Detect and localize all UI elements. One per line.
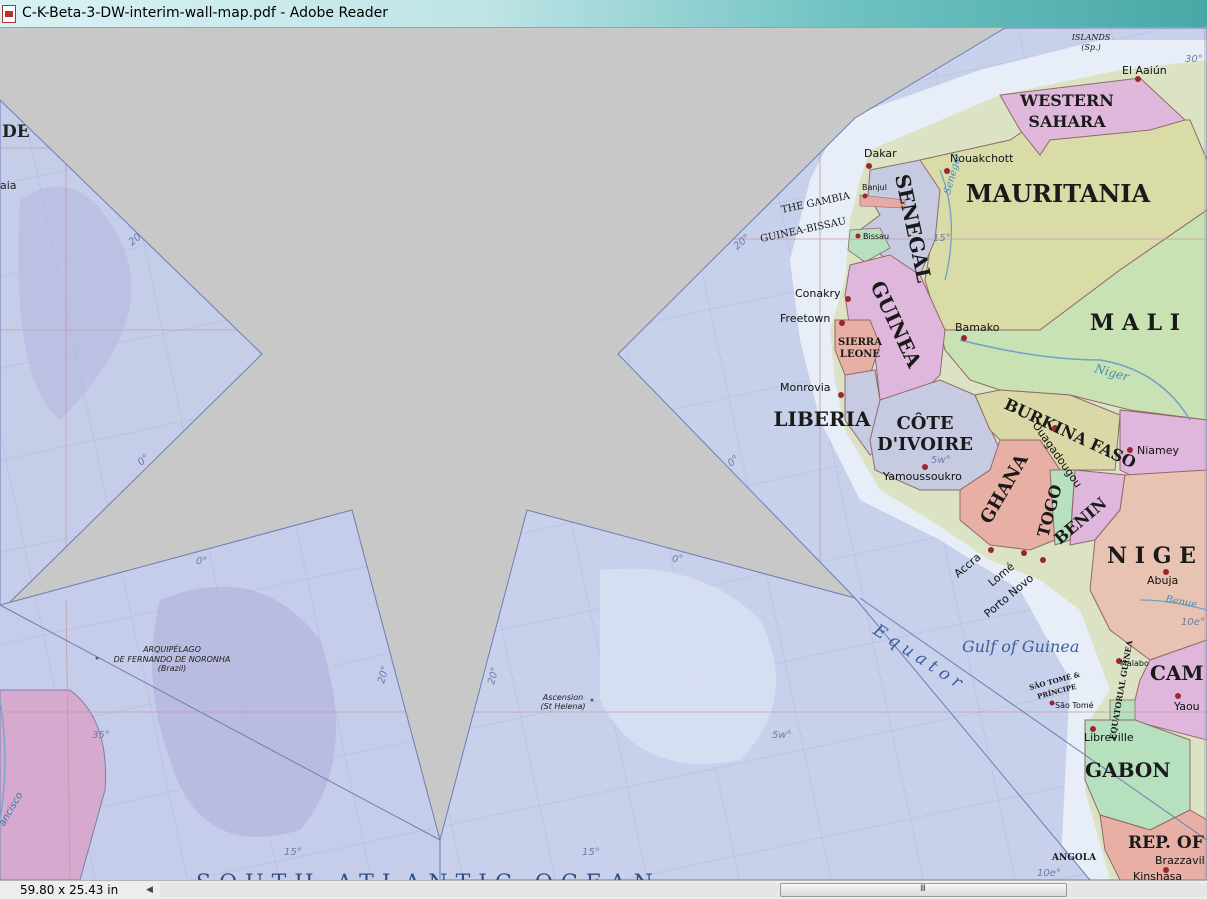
grid-label-0-bl: 0°	[196, 556, 207, 567]
scroll-left-arrow-icon[interactable]: ◀	[146, 885, 156, 895]
bottom-left-map-gore: ARQUIPÉLAGO DE FERNANDO DE NORONHA (Braz…	[0, 510, 440, 880]
grid-label-15-bm: 15°	[582, 847, 600, 858]
label-noronha-3: (Brazil)	[158, 664, 187, 673]
label-south-atlantic: SOUTH ATLANTIC OCEAN	[196, 871, 661, 880]
label-ascension-1: Ascension	[542, 693, 583, 702]
city-sao-tome: São Tomé	[1055, 700, 1094, 710]
city-niamey: Niamey	[1137, 444, 1180, 457]
pdf-file-icon	[2, 5, 16, 23]
city-monrovia: Monrovia	[780, 381, 831, 394]
window-titlebar: C-K-Beta-3-DW-interim-wall-map.pdf - Ado…	[0, 0, 1207, 28]
map-page: DE aia 20° 0° ARQUIPÉLAGO DE FERNANDO DE…	[0, 28, 1207, 880]
label-ascension-2: (St Helena)	[540, 702, 585, 711]
grid-label-15-right: 15°	[933, 233, 951, 244]
label-canary-islands: ISLANDS	[1071, 33, 1111, 42]
city-abuja: Abuja	[1147, 574, 1178, 587]
label-natal-partial: aia	[0, 179, 17, 192]
city-brazzaville: Brazzavil	[1155, 854, 1205, 867]
grid-label-10e-right: 10e°	[1181, 617, 1205, 628]
city-dakar: Dakar	[864, 147, 897, 160]
label-mali: M A L I	[1090, 310, 1180, 336]
page-size-readout: 59.80 x 25.43 in	[20, 883, 119, 897]
city-conakry: Conakry	[795, 287, 841, 300]
label-gulf-of-guinea: Gulf of Guinea	[962, 637, 1079, 656]
label-niger: N I G E	[1107, 543, 1196, 569]
label-angola: ANGOLA	[1051, 853, 1097, 863]
label-western-sahara-2: SAHARA	[1028, 112, 1106, 131]
city-malabo: Malabo	[1120, 659, 1149, 668]
label-sierra-leone-2: LEONE	[840, 349, 881, 360]
label-western-sahara-1: WESTERN	[1019, 91, 1114, 110]
label-noronha-2: DE FERNANDO DE NORONHA	[114, 655, 231, 664]
label-sierra-leone-1: SIERRA	[838, 337, 882, 348]
city-yaounde: Yaou	[1173, 700, 1200, 713]
label-mauritania: MAURITANIA	[966, 179, 1151, 208]
window-title: C-K-Beta-3-DW-interim-wall-map.pdf - Ado…	[22, 5, 389, 21]
city-libreville: Libreville	[1084, 731, 1134, 744]
grid-label-15-bl: 15°	[284, 847, 302, 858]
label-rep-congo: REP. OF	[1128, 833, 1204, 853]
city-banjul: Banjul	[862, 183, 887, 192]
label-noronha-1: ARQUIPÉLAGO	[142, 643, 201, 654]
city-el-aaiun: El Aaiún	[1122, 64, 1167, 77]
grid-label-5w-bm: 5w°	[772, 730, 792, 741]
city-bamako: Bamako	[955, 321, 1000, 334]
status-bar: 59.80 x 25.43 in ◀ III	[0, 880, 1207, 899]
city-freetown: Freetown	[780, 312, 830, 325]
city-bissau: Bissau	[863, 232, 889, 241]
grid-label-35-bl: 35°	[92, 730, 110, 741]
label-gabon: GABON	[1085, 758, 1171, 782]
grid-label-0-bm: 0°	[672, 554, 683, 565]
label-cote-divoire-1: CÔTE	[896, 411, 953, 434]
label-cameroon: CAM	[1150, 661, 1204, 685]
city-kinshasa: Kinshasa	[1133, 870, 1182, 880]
label-canary-sp: (Sp.)	[1081, 43, 1100, 52]
left-map-gore: DE aia 20° 0°	[0, 100, 262, 612]
label-cote-divoire-2: D'IVOIRE	[877, 434, 973, 455]
label-liberia: LIBERIA	[773, 407, 871, 431]
scrollbar-grip-icon: III	[920, 884, 926, 894]
grid-label-30: 30°	[1185, 54, 1203, 65]
grid-label-5w-right: 5w°	[931, 455, 951, 466]
grid-label-10e-bottom: 10e°	[1037, 868, 1061, 879]
document-viewport[interactable]: DE aia 20° 0° ARQUIPÉLAGO DE FERNANDO DE…	[0, 28, 1207, 880]
city-yamoussoukro: Yamoussoukro	[882, 470, 962, 483]
